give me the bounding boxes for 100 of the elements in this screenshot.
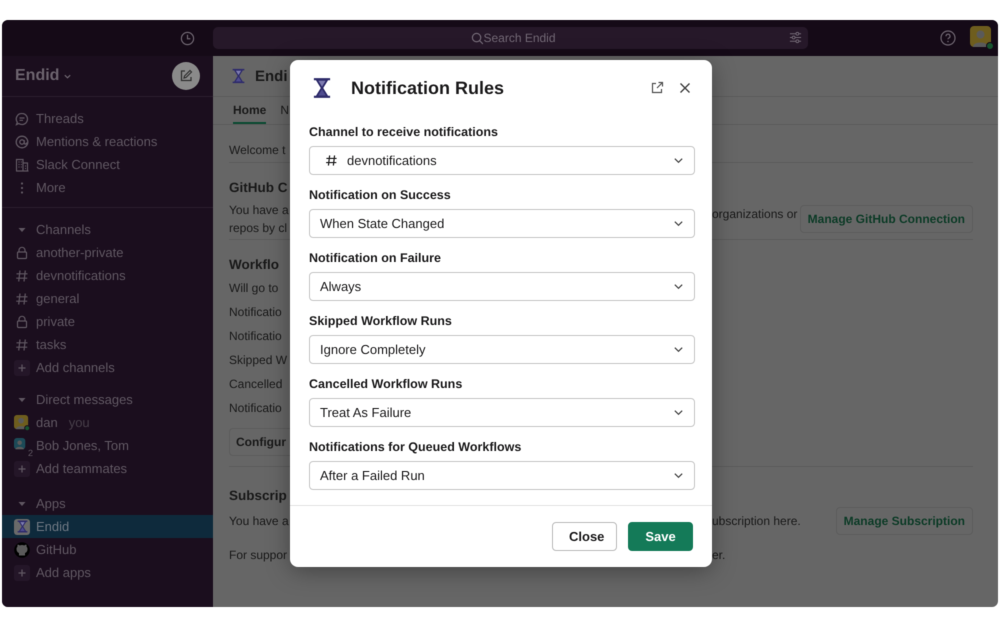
compose-icon [179,69,193,83]
field-label: Notification on Failure [309,250,441,266]
paragraph: Welcome t [229,143,286,157]
search-field[interactable]: Search Endid [213,27,808,49]
field-label: Notifications for Queued Workflows [309,439,522,455]
item-label: Add teammates [36,461,128,476]
chevron-down-icon [673,281,684,292]
section-header[interactable]: Channels [36,222,91,237]
item-label: dan [36,415,58,430]
plus-icon [14,360,30,376]
chevron-down-icon [673,344,684,355]
hash-icon [15,338,29,352]
item-label: Bob Jones, Tom [36,438,129,453]
item-label: general [36,291,80,306]
sidebar-item[interactable]: Add channels [2,356,213,379]
item-label: Add channels [36,360,115,375]
hash-icon [325,154,338,167]
close-button[interactable] [678,81,692,95]
sidebar-item[interactable]: Add apps [2,561,213,584]
dropdown[interactable]: Always [309,272,695,301]
paragraph: Cancelled [229,377,284,391]
building-icon [15,158,29,172]
chevron-down-icon [673,470,684,481]
sidebar-item[interactable]: Endid [2,515,213,538]
dropdown[interactable]: Treat As Failure [309,398,695,427]
manage-button[interactable]: Manage Subscription [836,507,973,535]
lock-icon [15,246,29,260]
history-icon[interactable] [180,30,195,46]
filter-icon[interactable] [789,31,802,44]
section-heading: Workflo [229,256,280,272]
plus-icon [14,460,30,476]
item-label: Add apps [36,565,91,580]
member-count: 2 [26,448,34,458]
at-sign-icon [15,134,29,148]
sidebar-item[interactable]: GitHub [2,538,213,561]
paragraph: You have a repos by cl [229,202,290,237]
paragraph: er. [712,548,726,562]
chevron-down-icon [673,407,684,418]
section-header[interactable]: Apps [36,496,66,511]
paragraph: Notificatio [229,401,283,415]
hourglass-logo-icon [232,68,245,84]
save-button[interactable]: Save [628,522,693,551]
sidebar-item[interactable]: Threads [36,111,84,126]
sidebar-item[interactable]: devnotifications [2,264,213,287]
field-label: Cancelled Workflow Runs [309,376,462,392]
cat-icon [14,542,30,558]
item-label: another-private [36,245,124,260]
item-label: GitHub [36,542,76,557]
sidebar-item[interactable]: Mentions & reactions [36,134,158,149]
sidebar-item[interactable]: Add teammates [2,457,213,480]
manage-button[interactable]: Manage GitHub Connection [800,205,973,233]
dropdown[interactable]: After a Failed Run [309,461,695,490]
paragraph: ubscription here. [712,514,801,528]
paragraph: organizations or [712,206,798,223]
chevron-down-icon [673,155,684,166]
close-icon [678,81,692,95]
app-title: Endi [255,68,288,84]
item-label: tasks [36,337,66,352]
paragraph: For suppor [229,548,288,562]
section-header[interactable]: Direct messages [36,392,133,407]
help-icon[interactable] [940,30,956,46]
item-label: Endid [36,519,70,534]
dropdown[interactable]: When State Changed [309,209,695,238]
configure-button[interactable]: Configur [229,428,290,456]
dropdown[interactable]: devnotifications [309,146,695,175]
dialog-title: Notification Rules [351,78,506,98]
search-icon [470,32,484,45]
open-external-button[interactable] [650,81,664,95]
sidebar-item[interactable]: private [2,310,213,333]
paragraph: Will go to [229,281,280,295]
paragraph: Notificatio [229,329,283,343]
sidebar-item[interactable]: tasks [2,333,213,356]
hourglass-logo-icon [313,77,331,99]
sidebar-item[interactable]: Slack Connect [36,157,120,172]
paragraph: Notificatio [229,305,283,319]
tab[interactable]: Home [233,97,266,124]
plus-icon [14,564,30,580]
field-label: Channel to receive notifications [309,124,498,140]
section-heading: Subscrip [229,488,288,502]
paragraph: Skipped W [229,353,288,367]
sidebar-item[interactable]: general [2,287,213,310]
sidebar-item[interactable]: another-private [2,241,213,264]
field-label: Skipped Workflow Runs [309,313,452,329]
close-dialog-button[interactable]: Close [552,522,617,551]
sidebar-item[interactable]: More [36,180,66,195]
lock-icon [15,314,29,328]
item-label: private [36,314,76,329]
paragraph: You have a [229,514,290,528]
compose-button[interactable] [172,62,200,90]
dropdown[interactable]: Ignore Completely [309,335,695,364]
item-label: devnotifications [36,268,126,283]
threads-icon [15,112,29,126]
tab[interactable]: N [280,97,290,124]
external-link-icon [650,81,664,95]
user-avatar-icon[interactable] [970,26,994,50]
workspace-name[interactable]: Endid [15,67,60,85]
sidebar-item[interactable]: 2 Bob Jones, Tom [2,434,213,457]
section-heading: GitHub C [229,180,288,194]
hash-icon [15,268,29,282]
chevron-down-icon [673,218,684,229]
